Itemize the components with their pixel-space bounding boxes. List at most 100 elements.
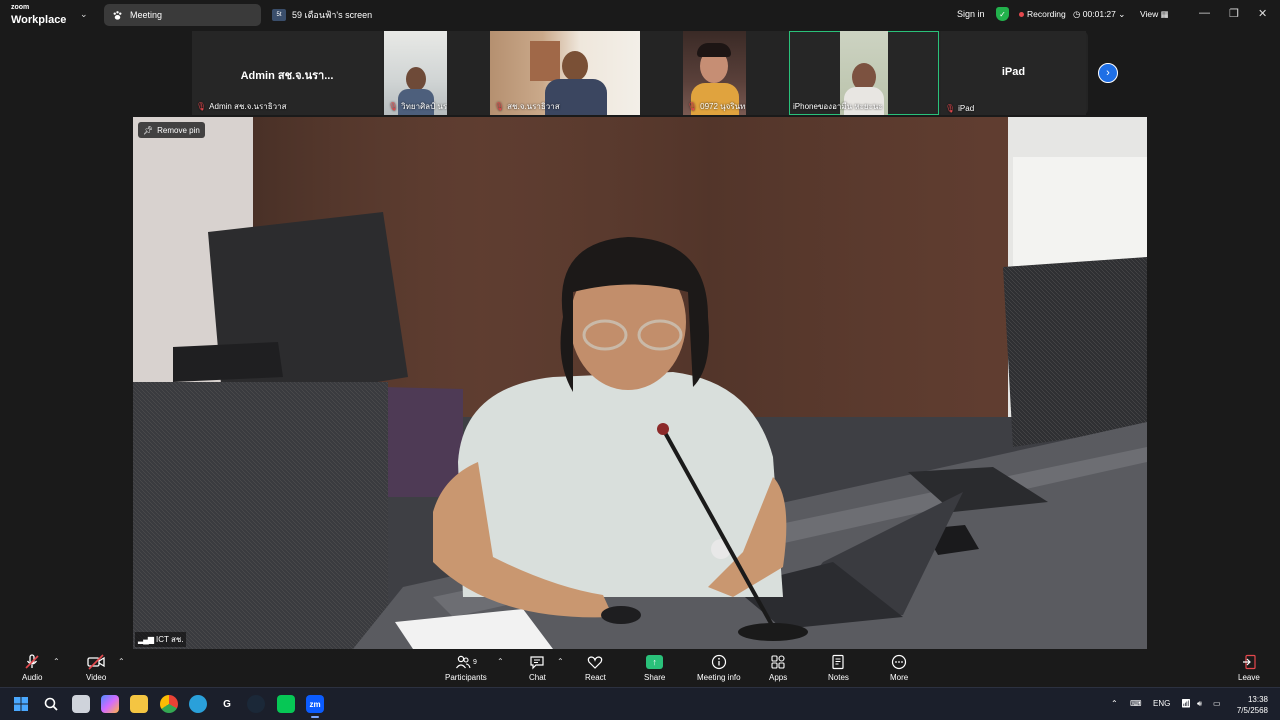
share-label: Share — [644, 673, 666, 682]
recording-label: Recording — [1027, 9, 1066, 19]
copilot-icon[interactable] — [101, 695, 119, 713]
view-button[interactable]: View ▦ — [1140, 9, 1169, 20]
meeting-info-button[interactable]: Meeting info — [697, 653, 741, 682]
wifi-icon[interactable]: 📶︎ — [1181, 699, 1191, 708]
tab-screen-share[interactable]: 5t 59 เดือนฟ้า's screen — [266, 4, 376, 26]
brand-bottom: Workplace — [11, 14, 67, 26]
telegram-icon[interactable] — [189, 695, 207, 713]
zoom-app-icon[interactable]: zm — [306, 695, 324, 718]
participant-label: วิทยาศิลป์ นร. สช.ปัตตานี — [401, 102, 447, 111]
info-icon — [711, 653, 727, 671]
show-hidden-icons-chevron[interactable]: ⌃ — [1111, 699, 1118, 708]
leave-button[interactable]: Leave — [1238, 653, 1260, 682]
audio-options-caret[interactable]: ⌃ — [53, 657, 60, 666]
participant-tile[interactable]: 🎙︎วิทยาศิลป์ นร. สช.ปัตตานี — [384, 31, 447, 115]
participant-head — [406, 67, 426, 91]
meeting-timer[interactable]: ◷ 00:01:27 ⌄ — [1073, 9, 1125, 20]
participant-tile[interactable]: 🎙︎ สช.จ.นราธิวาส — [490, 31, 640, 115]
windows-start-icon[interactable] — [12, 695, 30, 713]
windows-taskbar: G zm ⌃ ⌨︎ ENG 📶︎ 🔊︎ ▭ 13:38 7/5/2568 — [0, 687, 1280, 720]
participant-label: สช.จ.นราธิวาส — [507, 102, 560, 111]
sign-in-link[interactable]: Sign in — [957, 9, 985, 19]
audio-button[interactable]: Audio — [22, 653, 42, 682]
chevron-down-icon[interactable]: ⌄ — [80, 9, 88, 20]
video-scene — [133, 117, 1147, 649]
apps-label: Apps — [769, 673, 788, 682]
participant-tile[interactable]: 🎙︎0972 นุจรินทร์ มาคอปุส — [683, 31, 746, 115]
clock-icon: ◷ — [1073, 9, 1081, 19]
participant-hair — [697, 43, 731, 57]
meeting-info-label: Meeting info — [697, 673, 741, 682]
close-icon[interactable]: ✕ — [1258, 7, 1267, 20]
task-view-icon[interactable] — [72, 695, 90, 713]
minimize-icon[interactable]: — — [1199, 7, 1210, 19]
participant-tile-active-speaker[interactable]: iPhoneของอามีน หะยะนะ — [789, 31, 939, 115]
video-options-caret[interactable]: ⌃ — [118, 657, 125, 666]
participants-button[interactable]: 9 Participants — [445, 653, 487, 682]
chrome-icon[interactable] — [160, 695, 178, 713]
participant-label: Admin สช.จ.นราธิวาส — [209, 102, 287, 111]
remove-pin-label: Remove pin — [157, 125, 200, 135]
participant-label: 0972 นุจรินทร์ มาคอปุส — [700, 102, 746, 111]
more-button[interactable]: More — [890, 653, 908, 682]
react-button[interactable]: React — [585, 653, 606, 682]
notes-label: Notes — [828, 673, 849, 682]
pin-icon: 📌︎ — [143, 125, 154, 135]
language-indicator[interactable]: ENG — [1153, 699, 1170, 708]
input-indicator-icon[interactable]: ⌨︎ — [1130, 699, 1142, 708]
recording-status[interactable]: Recording — [1019, 9, 1066, 19]
apps-icon — [770, 653, 786, 671]
react-label: React — [585, 673, 606, 682]
more-dots-icon — [891, 653, 907, 671]
participant-tile[interactable]: Admin สช.จ.นรา... 🎙︎ Admin สช.จ.นราธิวาส — [192, 31, 382, 115]
share-button[interactable]: ↑ Share — [644, 653, 665, 682]
mic-muted-icon: 🎙︎ — [196, 102, 207, 111]
participants-count: 9 — [472, 658, 477, 666]
main-video[interactable]: 📌︎ Remove pin ▂▄▆ ICT สช. — [133, 117, 1147, 649]
tab-meeting-label: Meeting — [130, 10, 163, 20]
search-icon[interactable] — [42, 695, 60, 713]
chat-options-caret[interactable]: ⌃ — [557, 657, 564, 666]
participant-tile[interactable]: iPad 🎙︎ iPad — [941, 31, 1086, 115]
g-app-icon[interactable]: G — [218, 695, 236, 713]
shield-check-icon[interactable]: ✓ — [996, 7, 1009, 21]
leave-door-icon — [1241, 653, 1257, 671]
heart-icon — [587, 653, 603, 671]
video-button[interactable]: Video — [86, 653, 106, 682]
line-icon[interactable] — [277, 695, 295, 713]
chat-button[interactable]: Chat — [529, 653, 546, 682]
participants-options-caret[interactable]: ⌃ — [497, 657, 504, 666]
clock-time: 13:38 — [1247, 695, 1268, 704]
share-arrow-icon: ↑ — [646, 655, 664, 669]
shelf — [530, 41, 560, 81]
notes-button[interactable]: Notes — [828, 653, 849, 682]
remove-pin-button[interactable]: 📌︎ Remove pin — [138, 122, 205, 138]
video-participant-name: ▂▄▆ ICT สช. — [135, 632, 187, 647]
steam-icon[interactable] — [247, 695, 265, 713]
paw-icon — [110, 8, 124, 22]
grid-icon: ▦ — [1160, 9, 1169, 19]
meeting-toolbar: Audio ⌃ Video ⌃ 9 Participants ⌃ Chat ⌃ … — [0, 649, 1280, 687]
participant-display-name: iPad — [1001, 66, 1026, 78]
apps-button[interactable]: Apps — [769, 653, 787, 682]
volume-icon[interactable]: 🔊︎ — [1197, 699, 1202, 709]
mic-muted-icon: 🎙︎ — [945, 104, 956, 113]
participant-label: iPhoneของอามีน หะยะนะ — [793, 102, 883, 111]
file-explorer-icon[interactable] — [130, 695, 148, 713]
zoom-workplace-logo[interactable]: zoom Workplace — [11, 4, 66, 27]
clock-date: 7/5/2568 — [1236, 706, 1268, 715]
participant-display-name: Admin สช.จ.นรา... — [240, 70, 334, 82]
participant-name-label: ICT สช. — [155, 635, 184, 644]
notes-icon — [830, 653, 846, 671]
battery-icon[interactable]: ▭ — [1213, 699, 1221, 708]
next-page-button[interactable]: › — [1098, 63, 1118, 83]
view-label: View — [1140, 9, 1159, 19]
record-dot-icon — [1019, 11, 1024, 17]
system-clock[interactable]: 13:38 7/5/2568 — [1230, 694, 1268, 716]
leave-label: Leave — [1238, 673, 1260, 682]
mic-muted-icon: 🎙︎ — [388, 102, 399, 111]
restore-icon[interactable]: ❐ — [1229, 7, 1239, 20]
participant-label: iPad — [958, 104, 975, 113]
tab-meeting[interactable]: Meeting — [104, 4, 261, 26]
chat-label: Chat — [529, 673, 546, 682]
